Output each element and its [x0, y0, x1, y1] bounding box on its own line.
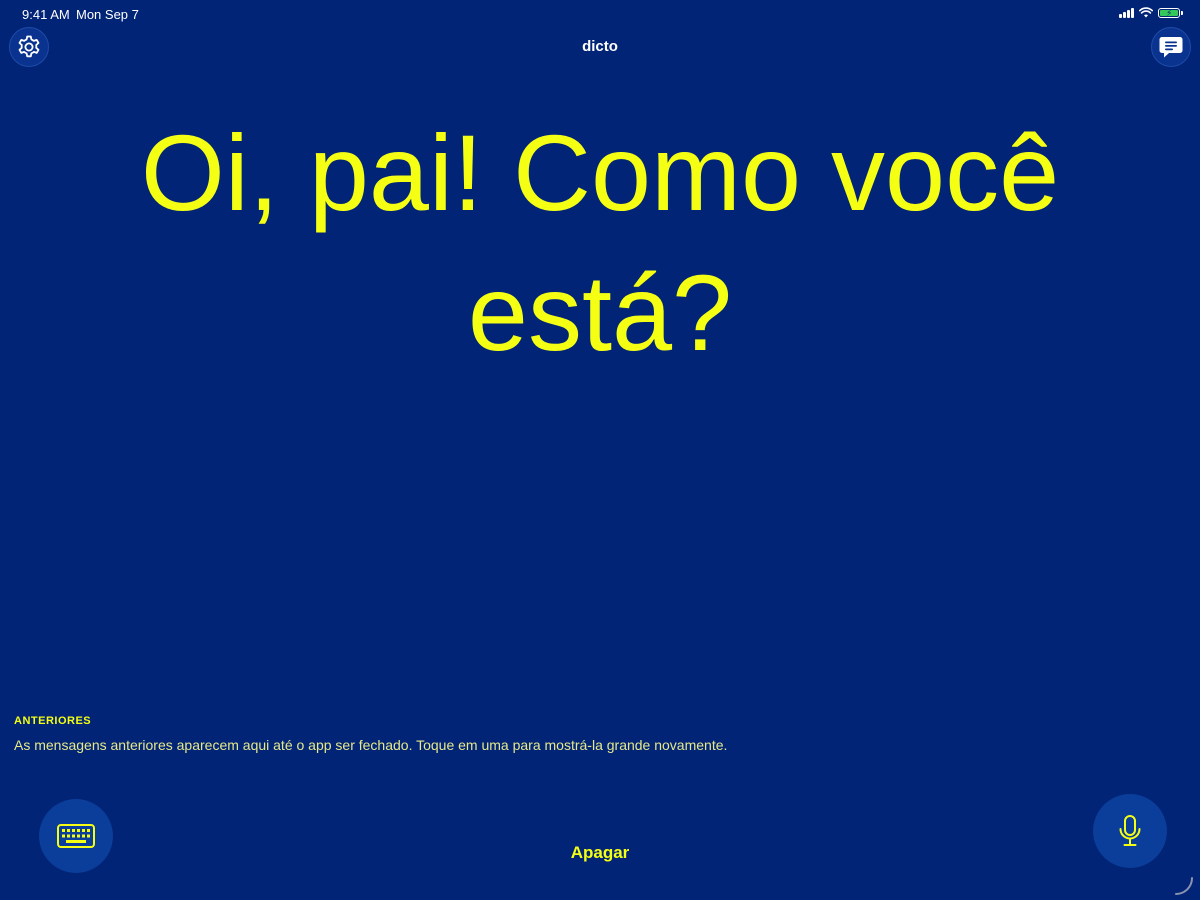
app-title: dicto — [582, 38, 618, 55]
microphone-button[interactable] — [1093, 794, 1167, 868]
wifi-icon — [1139, 7, 1153, 18]
main-message[interactable]: Oi, pai! Como você está? — [60, 103, 1140, 383]
status-time: 9:41 AM — [22, 7, 70, 22]
battery-icon: ⚡ — [1158, 7, 1183, 18]
message-bubble-icon — [1159, 37, 1183, 58]
status-date: Mon Sep 7 — [76, 7, 139, 22]
history-heading: ANTERIORES — [14, 715, 92, 727]
messages-button[interactable] — [1151, 27, 1191, 67]
keyboard-button[interactable] — [39, 799, 113, 873]
clear-button-row: Apagar — [0, 843, 1200, 863]
keyboard-icon — [57, 824, 95, 848]
cellular-signal-icon — [1119, 7, 1134, 18]
microphone-icon — [1119, 815, 1141, 846]
corner-grip-icon — [1175, 877, 1193, 895]
status-bar: 9:41 AM Mon Sep 7 ⚡ — [0, 0, 1200, 28]
clear-button[interactable]: Apagar — [571, 843, 630, 862]
status-indicators: ⚡ — [1119, 7, 1183, 18]
history-description: As mensagens anteriores aparecem aqui at… — [14, 737, 728, 753]
